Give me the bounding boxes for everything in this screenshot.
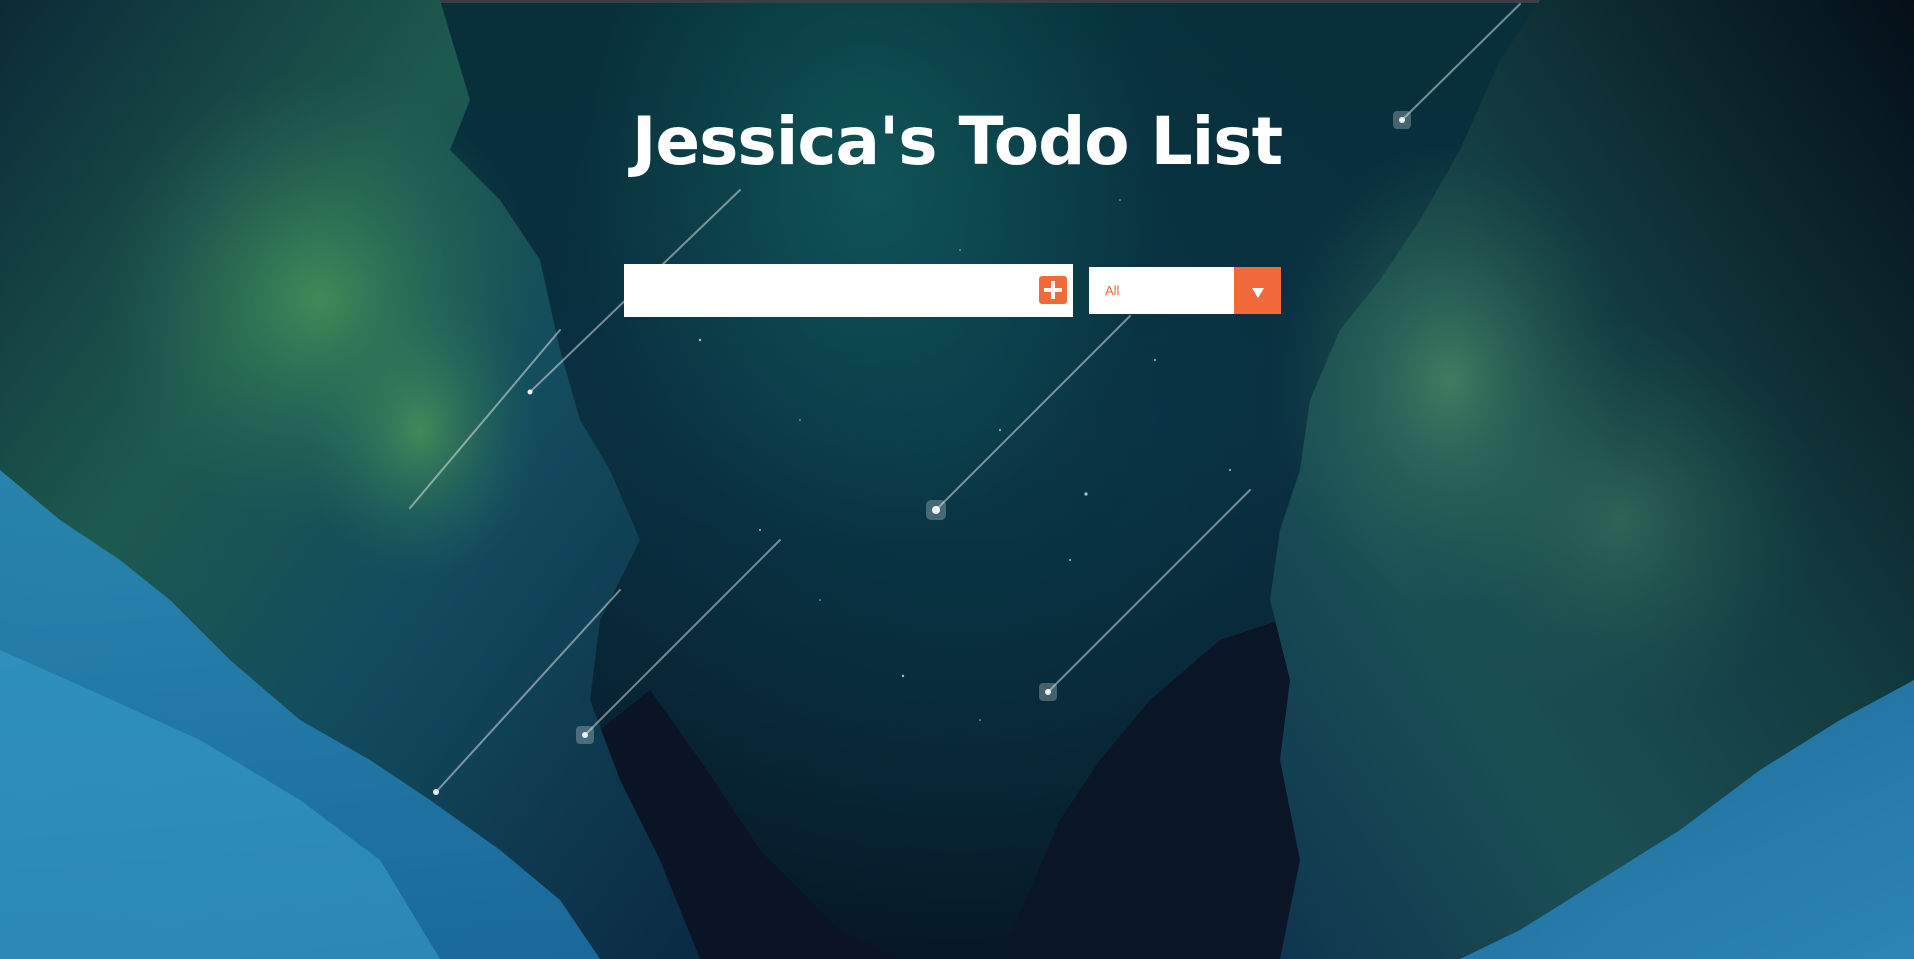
todo-form [624, 264, 1073, 317]
filter-select[interactable]: All [1089, 267, 1281, 314]
plus-square-icon [1039, 276, 1067, 304]
page-title: Jessica's Todo List [631, 103, 1283, 181]
filter-selected-value: All [1105, 283, 1120, 298]
app-background: Jessica's Todo List All [0, 0, 1914, 959]
filter-dropdown-toggle[interactable] [1234, 267, 1281, 314]
todo-input[interactable] [624, 264, 1034, 317]
add-todo-button[interactable] [1036, 273, 1070, 307]
chevron-down-icon [1252, 288, 1264, 298]
